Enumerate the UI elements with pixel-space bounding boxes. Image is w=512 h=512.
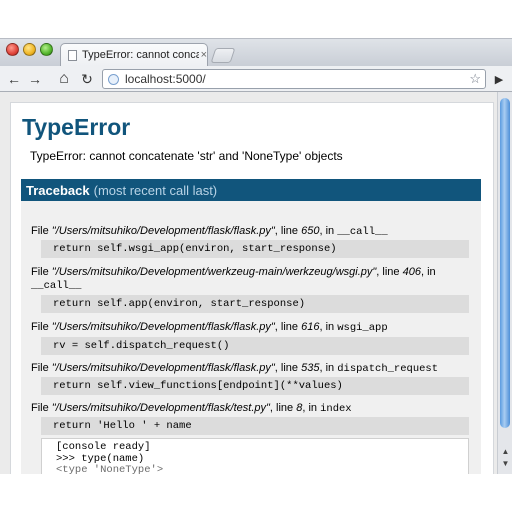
tab-title: TypeError: cannot concatenate [82, 49, 199, 61]
address-bar[interactable]: localhost:5000/ ☆ [102, 69, 486, 89]
scroll-up-arrow-icon[interactable]: ▲ [501, 447, 510, 456]
tab-strip: TypeError: cannot concatenate × [0, 39, 512, 66]
page-icon [68, 49, 77, 61]
browser-toolbar: ← → ⌂ ↻ localhost:5000/ ☆ ▶ [0, 66, 512, 92]
console-result: <type 'NoneType'> [56, 464, 164, 474]
zoom-window-button[interactable] [40, 43, 53, 56]
frame-code-line[interactable]: return self.app(environ, start_response) [41, 295, 469, 313]
back-button[interactable]: ← [5, 70, 23, 88]
close-window-button[interactable] [6, 43, 19, 56]
page-menu-button[interactable]: ▶ [490, 70, 508, 88]
browser-window: TypeError: cannot concatenate × ← → ⌂ ↻ … [0, 38, 512, 474]
scroll-down-arrow-icon[interactable]: ▼ [501, 459, 510, 468]
new-tab-button[interactable] [210, 48, 236, 63]
frame-location: File "/Users/mitsuhiko/Development/flask… [31, 362, 439, 375]
frame-location: File "/Users/mitsuhiko/Development/werkz… [31, 266, 436, 292]
error-message: TypeError: cannot concatenate 'str' and … [30, 149, 343, 163]
console-ready-text: [console ready] [56, 441, 151, 453]
home-button[interactable]: ⌂ [55, 70, 73, 88]
vertical-scrollbar[interactable]: ▲ ▼ [497, 92, 512, 474]
traceback-subtitle: (most recent call last) [93, 182, 218, 198]
frame-location: File "/Users/mitsuhiko/Development/flask… [31, 321, 388, 334]
frame-code-line[interactable]: return self.wsgi_app(environ, start_resp… [41, 240, 469, 258]
error-title: TypeError [22, 114, 131, 140]
scrollbar-thumb[interactable] [500, 98, 510, 428]
frame-code-line[interactable]: return self.view_functions[endpoint](**v… [41, 377, 469, 395]
frame-code-line[interactable]: return 'Hello ' + name [41, 417, 469, 435]
forward-button[interactable]: → [26, 70, 44, 88]
reload-button[interactable]: ↻ [78, 70, 96, 88]
frame-code-line[interactable]: rv = self.dispatch_request() [41, 337, 469, 355]
window-controls [6, 43, 53, 56]
traceback-header: Traceback (most recent call last) [21, 179, 481, 201]
globe-icon [108, 73, 119, 85]
address-bar-url[interactable]: localhost:5000/ [125, 72, 469, 86]
debugger-page: TypeError TypeError: cannot concatenate … [10, 102, 494, 474]
minimize-window-button[interactable] [23, 43, 36, 56]
frame-location: File "/Users/mitsuhiko/Development/flask… [31, 225, 388, 238]
tab-active[interactable]: TypeError: cannot concatenate × [60, 43, 208, 66]
traceback-title: Traceback [26, 182, 90, 198]
interactive-console: [console ready] >>> type(name) <type 'No… [41, 438, 469, 474]
bookmark-star-icon[interactable]: ☆ [469, 71, 481, 87]
tab-close-icon[interactable]: × [201, 49, 207, 61]
page-viewport: TypeError TypeError: cannot concatenate … [0, 92, 512, 474]
frame-location: File "/Users/mitsuhiko/Development/flask… [31, 402, 352, 415]
